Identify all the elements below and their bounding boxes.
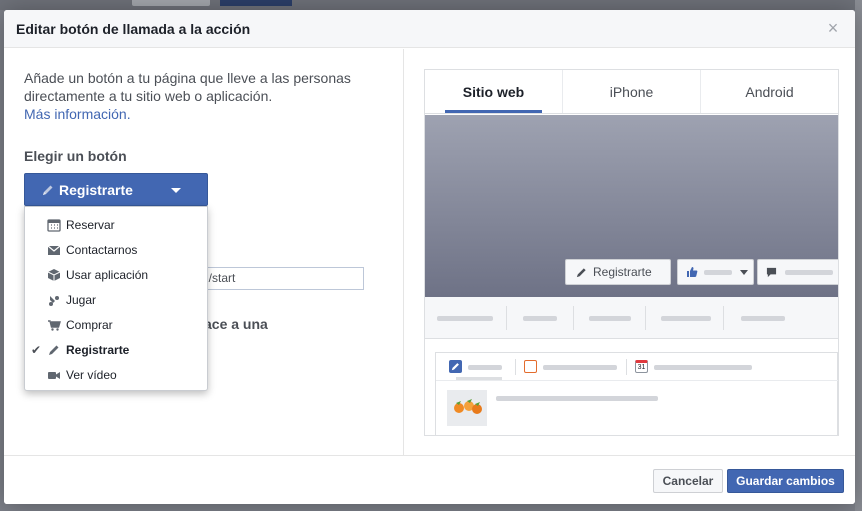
chevron-down-icon: [171, 188, 181, 193]
avatar: [447, 390, 487, 426]
intro-description: Añade un botón a tu página que lleve a l…: [24, 70, 351, 104]
status-icon: [449, 360, 462, 373]
tab-sitio-web[interactable]: Sitio web: [425, 70, 562, 113]
placeholder-line: [589, 316, 631, 321]
more-info-link[interactable]: Más información.: [24, 106, 131, 122]
active-indicator: [456, 377, 502, 380]
save-changes-button[interactable]: Guardar cambios: [727, 469, 844, 493]
menu-item-label: Comprar: [66, 317, 113, 332]
gamepad-icon: [47, 293, 61, 307]
selected-button-label: Registrarte: [59, 181, 133, 198]
nav-divider: [645, 306, 646, 330]
menu-item-label: Ver vídeo: [66, 367, 117, 382]
menu-item-reservar[interactable]: Reservar: [25, 212, 207, 237]
tab-android[interactable]: Android: [700, 70, 838, 113]
calendar-icon: 31: [635, 360, 648, 373]
placeholder-line: [468, 365, 502, 370]
nav-divider: [573, 306, 574, 330]
video-camera-icon: [47, 368, 61, 382]
nav-divider: [506, 306, 507, 330]
cart-icon: [47, 318, 61, 332]
menu-item-registrarte[interactable]: ✔ Registrarte: [25, 337, 207, 362]
speech-bubble-icon: [766, 267, 777, 277]
tab-iphone[interactable]: iPhone: [562, 70, 700, 113]
chevron-down-icon: [740, 269, 748, 275]
checkmark-icon: ✔: [31, 343, 42, 357]
nav-divider: [723, 306, 724, 330]
cta-preview-label: Registrarte: [593, 265, 652, 279]
menu-item-jugar[interactable]: Jugar: [25, 287, 207, 312]
menu-item-label: Registrarte: [66, 342, 130, 357]
cancel-button[interactable]: Cancelar: [653, 469, 723, 493]
placeholder-line: [785, 269, 833, 275]
placeholder-line: [704, 269, 732, 275]
menu-item-comprar[interactable]: Comprar: [25, 312, 207, 337]
pencil-icon: [43, 185, 53, 195]
menu-item-label: Reservar: [66, 217, 115, 232]
placeholder-line: [523, 316, 557, 321]
menu-item-label: Jugar: [66, 292, 97, 307]
background-column: [855, 0, 862, 511]
placeholder-line: [654, 365, 752, 370]
background-button: [220, 0, 292, 6]
placeholder-line: [661, 316, 711, 321]
calendar-icon: [47, 218, 61, 232]
composer-divider: [626, 359, 627, 375]
intro-text: Añade un botón a tu página que lleve a l…: [24, 69, 364, 123]
pencil-icon: [47, 343, 61, 357]
choose-button-label: Elegir un botón: [24, 148, 127, 164]
preview-column: Sitio web iPhone Android Registrarte 31: [403, 49, 855, 455]
composer-divider: [515, 359, 516, 375]
menu-item-usar-aplicacion[interactable]: Usar aplicación: [25, 262, 207, 287]
close-icon[interactable]: ×: [823, 18, 843, 39]
cube-icon: [47, 268, 61, 282]
menu-item-label: Contactarnos: [66, 242, 138, 257]
dialog-title: Editar botón de llamada a la acción: [16, 20, 251, 37]
settings-column: Añade un botón a tu página que lleve a l…: [4, 49, 403, 455]
composer-toolbar: 31: [436, 353, 838, 381]
menu-item-contactarnos[interactable]: Contactarnos: [25, 237, 207, 262]
placeholder-line: [543, 365, 617, 370]
message-button-placeholder: [757, 259, 838, 285]
placeholder-line: [437, 316, 493, 321]
placeholder-line: [496, 396, 658, 401]
cover-photo-placeholder: Registrarte: [425, 115, 838, 297]
partial-heading: ace a una: [204, 316, 268, 332]
photo-icon: [524, 360, 537, 373]
page-nav-placeholder: [425, 297, 838, 339]
button-type-dropdown[interactable]: Registrarte: [24, 173, 208, 206]
preview-tabs: Sitio web iPhone Android: [425, 70, 838, 114]
preview-frame: Sitio web iPhone Android Registrarte 31: [424, 69, 839, 436]
dialog-footer: Cancelar Guardar cambios: [4, 455, 855, 504]
like-button-placeholder: [677, 259, 754, 285]
pencil-icon: [576, 267, 586, 277]
composer-placeholder: 31: [435, 352, 838, 435]
button-type-menu: Reservar Contactarnos Usar aplicación Ju…: [24, 206, 208, 391]
envelope-icon: [47, 243, 61, 257]
dialog-header: Editar botón de llamada a la acción ×: [4, 10, 855, 48]
calendar-day: 31: [637, 364, 646, 371]
background-top-bar: [0, 0, 862, 10]
cta-preview-button: Registrarte: [565, 259, 671, 285]
menu-item-ver-video[interactable]: Ver vídeo: [25, 362, 207, 387]
website-url-input[interactable]: d/start: [200, 267, 364, 290]
menu-item-label: Usar aplicación: [66, 267, 149, 282]
dialog-body: Añade un botón a tu página que lleve a l…: [4, 49, 855, 455]
thumbs-up-icon: [687, 267, 698, 277]
background-button: [132, 0, 210, 6]
placeholder-line: [741, 316, 785, 321]
edit-cta-dialog: Editar botón de llamada a la acción × Añ…: [4, 10, 855, 504]
